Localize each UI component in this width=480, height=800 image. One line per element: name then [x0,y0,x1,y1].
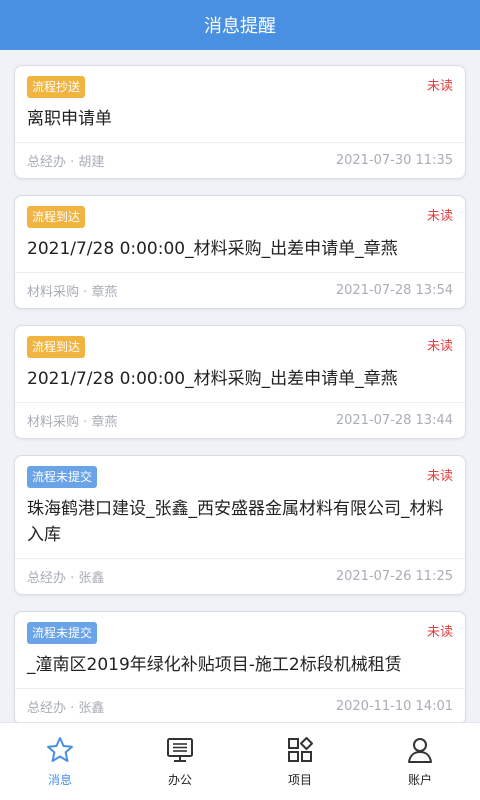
unread-status: 未读 [426,209,453,224]
app-header: 消息提醒 [0,0,480,50]
message-list[interactable]: 流程抄送 未读 离职申请单 总经办 · 胡建 2021-07-30 11:35 … [0,50,480,722]
star-icon [47,737,73,762]
page-title: 消息提醒 [204,16,276,37]
grid-icon [288,737,313,762]
tab-label: 账户 [407,773,432,787]
bottom-tab-bar: 消息 办公 项目 账户 [0,722,480,800]
message-title: _潼南区2019年绿化补贴项目-施工2标段机械租赁 [27,655,402,675]
message-card[interactable]: 流程未提交 未读 珠海鹤港口建设_张鑫_西安盛器金属材料有限公司_材料入库 总经… [14,455,466,595]
message-time: 2021-07-28 13:44 [335,413,453,428]
message-meta: 材料采购 · 章燕 [27,285,118,300]
message-time: 2021-07-26 11:25 [335,569,453,584]
message-title: 珠海鹤港口建设_张鑫_西安盛器金属材料有限公司_材料入库 [27,499,444,545]
unread-status: 未读 [426,469,453,484]
message-meta: 总经办 · 胡建 [27,155,105,170]
message-card[interactable]: 流程到达 未读 2021/7/28 0:00:00_材料采购_出差申请单_章燕 … [14,325,466,439]
message-time: 2021-07-28 13:54 [335,283,453,298]
message-title: 离职申请单 [27,109,112,129]
tab-projects[interactable]: 项目 [240,723,360,800]
message-title: 2021/7/28 0:00:00_材料采购_出差申请单_章燕 [27,239,398,259]
message-type-badge: 流程抄送 [27,76,86,98]
unread-status: 未读 [426,625,453,640]
message-card[interactable]: 流程到达 未读 2021/7/28 0:00:00_材料采购_出差申请单_章燕 … [14,195,466,309]
message-time: 2021-07-30 11:35 [335,153,453,168]
message-title: 2021/7/28 0:00:00_材料采购_出差申请单_章燕 [27,369,398,389]
message-card[interactable]: 流程未提交 未读 _潼南区2019年绿化补贴项目-施工2标段机械租赁 总经办 ·… [14,611,466,722]
message-type-badge: 流程到达 [27,206,86,228]
unread-status: 未读 [426,339,453,354]
tab-label: 消息 [47,773,72,787]
message-card[interactable]: 流程抄送 未读 离职申请单 总经办 · 胡建 2021-07-30 11:35 [14,65,466,179]
message-meta: 总经办 · 张鑫 [27,571,105,586]
tab-label: 办公 [167,773,192,787]
message-time: 2020-11-10 14:01 [335,699,453,714]
tab-account[interactable]: 账户 [360,723,480,800]
tab-messages[interactable]: 消息 [0,723,120,800]
message-type-badge: 流程未提交 [27,622,98,644]
message-meta: 材料采购 · 章燕 [27,415,118,430]
message-type-badge: 流程到达 [27,336,86,358]
unread-status: 未读 [426,79,453,94]
monitor-icon [167,738,193,762]
tab-office[interactable]: 办公 [120,723,240,800]
tab-label: 项目 [287,773,312,787]
message-type-badge: 流程未提交 [27,466,98,488]
user-icon [408,738,432,763]
message-meta: 总经办 · 张鑫 [27,701,105,716]
